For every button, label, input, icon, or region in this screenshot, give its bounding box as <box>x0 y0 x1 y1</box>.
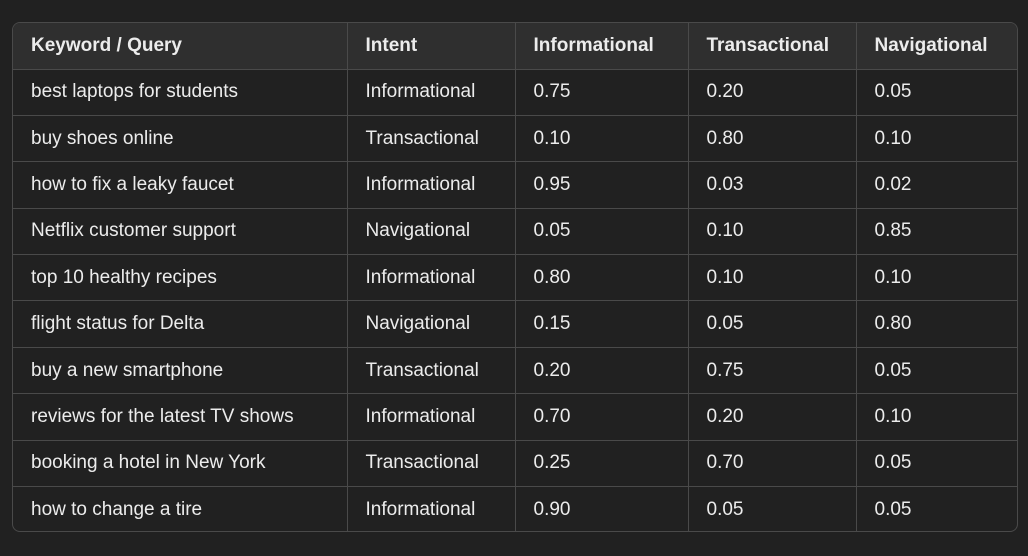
cell-navigational: 0.85 <box>856 208 1017 256</box>
cell-informational: 0.70 <box>515 393 689 441</box>
cell-transactional: 0.70 <box>688 440 857 488</box>
table-row: how to fix a leaky faucet Informational … <box>13 161 1017 209</box>
table-body: best laptops for students Informational … <box>13 69 1017 531</box>
cell-intent: Transactional <box>347 115 516 163</box>
table-row: best laptops for students Informational … <box>13 69 1017 116</box>
table-row: top 10 healthy recipes Informational 0.8… <box>13 254 1017 302</box>
table-row: flight status for Delta Navigational 0.1… <box>13 300 1017 348</box>
cell-transactional: 0.20 <box>688 69 857 116</box>
header-intent: Intent <box>347 23 516 70</box>
cell-intent: Informational <box>347 486 516 531</box>
intent-table: Keyword / Query Intent Informational Tra… <box>13 23 1017 531</box>
cell-navigational: 0.02 <box>856 161 1017 209</box>
cell-transactional: 0.10 <box>688 208 857 256</box>
cell-navigational: 0.05 <box>874 498 912 520</box>
cell-navigational: 0.05 <box>856 440 1017 488</box>
cell-keyword: top 10 healthy recipes <box>13 254 348 302</box>
cell-informational: 0.90 <box>515 486 689 531</box>
cell-keyword: how to change a tire <box>13 486 348 531</box>
cell-informational: 0.95 <box>515 161 689 209</box>
cell-navigational: 0.80 <box>856 300 1017 348</box>
cell-intent: Informational <box>347 161 516 209</box>
table-row: reviews for the latest TV shows Informat… <box>13 393 1017 441</box>
table-row: buy a new smartphone Transactional 0.20 … <box>13 347 1017 395</box>
cell-intent: Transactional <box>347 440 516 488</box>
cell-keyword: buy shoes online <box>13 115 348 163</box>
cell-keyword: reviews for the latest TV shows <box>13 393 348 441</box>
header-keyword: Keyword / Query <box>13 23 348 70</box>
cell-keyword: flight status for Delta <box>13 300 348 348</box>
header-informational: Informational <box>515 23 689 70</box>
intent-table-container: Keyword / Query Intent Informational Tra… <box>12 22 1018 532</box>
cell-navigational: 0.10 <box>856 393 1017 441</box>
cell-transactional: 0.05 <box>688 300 857 348</box>
cell-navigational: 0.05 <box>856 347 1017 395</box>
cell-keyword: booking a hotel in New York <box>13 440 348 488</box>
cell-informational: 0.15 <box>515 300 689 348</box>
table-row: booking a hotel in New York Transactiona… <box>13 440 1017 488</box>
cell-informational: 0.20 <box>515 347 689 395</box>
cell-keyword: best laptops for students <box>13 69 348 116</box>
header-transactional: Transactional <box>688 23 857 70</box>
table-row: how to change a tire Informational 0.90 … <box>13 486 1017 531</box>
cell-keyword: buy a new smartphone <box>13 347 348 395</box>
cell-navigational: 0.10 <box>856 254 1017 302</box>
table-header: Keyword / Query Intent Informational Tra… <box>13 23 1017 70</box>
cell-informational: 0.05 <box>515 208 689 256</box>
cell-transactional: 0.10 <box>688 254 857 302</box>
cell-intent: Transactional <box>347 347 516 395</box>
cell-intent: Navigational <box>347 208 516 256</box>
cell-transactional: 0.75 <box>688 347 857 395</box>
header-row: Keyword / Query Intent Informational Tra… <box>13 23 1017 70</box>
cell-informational: 0.80 <box>515 254 689 302</box>
cell-intent: Informational <box>347 393 516 441</box>
cell-keyword: how to fix a leaky faucet <box>13 161 348 209</box>
table-row: Netflix customer support Navigational 0.… <box>13 208 1017 256</box>
cell-informational: 0.25 <box>515 440 689 488</box>
cell-intent: Informational <box>347 254 516 302</box>
cell-navigational: 0.10 <box>856 115 1017 163</box>
cell-navigational: 0.05 <box>856 69 1017 116</box>
cell-keyword: Netflix customer support <box>13 208 348 256</box>
cell-intent: Navigational <box>347 300 516 348</box>
table-row: buy shoes online Transactional 0.10 0.80… <box>13 115 1017 163</box>
cell-transactional: 0.03 <box>688 161 857 209</box>
cell-transactional: 0.80 <box>688 115 857 163</box>
header-navigational: Navigational <box>856 23 1017 70</box>
cell-informational: 0.75 <box>515 69 689 116</box>
cell-informational: 0.10 <box>515 115 689 163</box>
cell-transactional: 0.05 <box>688 486 857 531</box>
cell-intent: Informational <box>347 69 516 116</box>
cell-transactional: 0.20 <box>688 393 857 441</box>
